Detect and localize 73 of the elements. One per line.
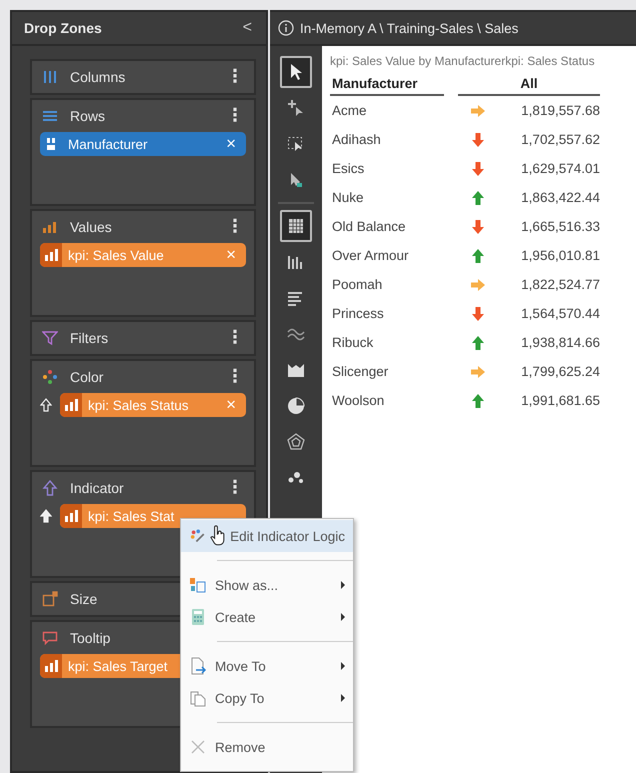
bar-chart-icon xyxy=(60,504,82,528)
table-cell: Old Balance xyxy=(332,219,406,234)
table-cell: Esics xyxy=(332,161,364,176)
table-cell: 1,938,814.66 xyxy=(521,335,600,350)
rows-zone-icon xyxy=(42,108,58,124)
more-options-button[interactable]: ⋮ xyxy=(226,479,244,497)
calc-icon xyxy=(189,608,207,626)
table-cell: 1,991,681.65 xyxy=(521,393,600,408)
table-cell: 1,822,524.77 xyxy=(521,277,600,292)
drop-zone[interactable]: Rows ⋮ Manufacturer × xyxy=(30,98,256,206)
zone-label: Rows xyxy=(70,108,106,124)
remove-icon xyxy=(189,738,207,756)
table-cell: 1,819,557.68 xyxy=(521,103,600,118)
table-cell: 1,564,570.44 xyxy=(521,306,600,321)
drop-zone[interactable]: Filters ⋮ xyxy=(30,320,256,356)
copy-icon xyxy=(189,689,207,707)
table-cell: Slicenger xyxy=(332,364,388,379)
remove-icon[interactable]: × xyxy=(216,134,246,154)
drop-zone[interactable]: Columns ⋮ xyxy=(30,59,256,95)
show-icon xyxy=(189,576,207,594)
dimension-chip[interactable]: Manufacturer × xyxy=(40,132,246,156)
hand-cursor-icon xyxy=(210,525,226,547)
table-cell: 1,956,010.81 xyxy=(521,248,600,263)
columns-zone-icon xyxy=(42,69,58,85)
table-cell: 1,799,625.24 xyxy=(521,364,600,379)
drop-zone[interactable]: Values ⋮ kpi: Sales Value × xyxy=(30,209,256,317)
size-zone-icon xyxy=(42,591,58,607)
table-cell: Over Armour xyxy=(332,248,409,263)
table-cell: Princess xyxy=(332,306,384,321)
bar-chart-icon xyxy=(60,393,82,417)
menu-item[interactable]: Edit Indicator Logic xyxy=(181,520,353,552)
zone-label: Color xyxy=(70,369,104,385)
table-cell: 1,629,574.01 xyxy=(521,161,600,176)
indicator-zone-icon xyxy=(42,480,58,496)
table-cell: Nuke xyxy=(332,190,364,205)
zone-label: Values xyxy=(70,219,113,235)
panel-title: Drop Zones xyxy=(24,20,102,36)
values-zone-icon xyxy=(42,219,58,235)
table-cell: Adihash xyxy=(332,132,381,147)
zone-label: Columns xyxy=(70,69,126,85)
info-icon[interactable] xyxy=(278,20,294,36)
table-cell: 1,665,516.33 xyxy=(521,219,600,234)
table-cell: Woolson xyxy=(332,393,384,408)
collapse-button[interactable]: < xyxy=(238,19,256,37)
table-cell: Ribuck xyxy=(332,335,374,350)
more-options-button[interactable]: ⋮ xyxy=(226,368,244,386)
bar-chart-icon xyxy=(40,243,62,267)
table-cell: 1,702,557.62 xyxy=(521,132,600,147)
grid-tool-icon[interactable] xyxy=(280,210,312,242)
filters-zone-icon xyxy=(42,330,58,346)
column-header: Manufacturer xyxy=(330,72,444,95)
color-zone-icon xyxy=(42,369,58,385)
column-header: All xyxy=(458,72,600,95)
tooltip-zone-icon xyxy=(42,630,58,646)
drop-zone[interactable]: Color ⋮ kpi: Sales Status × xyxy=(30,359,256,467)
bar-chart-icon xyxy=(40,654,62,678)
table-cell: Acme xyxy=(332,103,367,118)
table-cell: 1,863,422.44 xyxy=(521,190,600,205)
move-icon xyxy=(189,657,207,675)
report-title: kpi: Sales Value by Manufacturerkpi: Sales Status xyxy=(330,54,596,68)
zone-label: Size xyxy=(70,591,98,607)
zone-label: Tooltip xyxy=(70,630,112,646)
more-options-button[interactable]: ⋮ xyxy=(226,218,244,236)
breadcrumb: In-Memory A \ Training-Sales \ Sales xyxy=(300,20,518,36)
table-cell: Poomah xyxy=(332,277,382,292)
zone-label: Filters xyxy=(70,330,110,346)
zone-label: Indicator xyxy=(70,480,125,496)
logic-icon xyxy=(189,527,206,545)
menu-item[interactable]: Remove xyxy=(181,731,353,763)
more-options-button[interactable]: ⋮ xyxy=(226,329,244,347)
more-options-button[interactable]: ⋮ xyxy=(226,68,244,86)
pointer-tool-icon[interactable] xyxy=(280,56,312,88)
more-options-button[interactable]: ⋮ xyxy=(226,107,244,125)
